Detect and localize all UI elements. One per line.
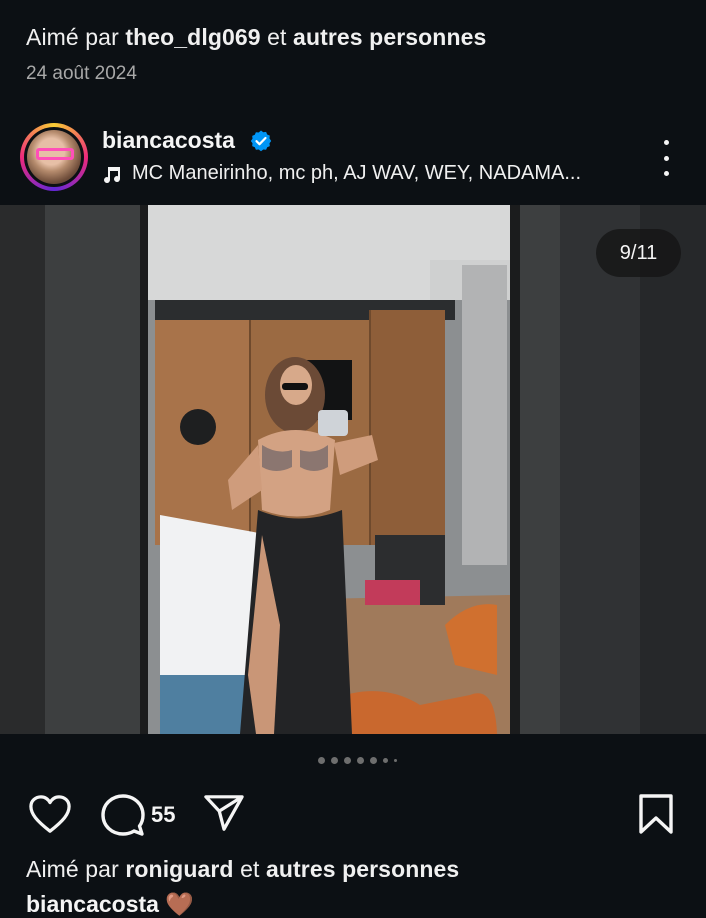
carousel-dot	[344, 757, 351, 764]
carousel-dot	[383, 758, 388, 763]
verified-badge-icon	[250, 130, 272, 152]
caption[interactable]: biancacosta 🤎	[26, 891, 194, 918]
liked-by-prefix: Aimé par	[26, 24, 119, 50]
music-info[interactable]: MC Maneirinho, mc ph, AJ WAV, WEY, NADAM…	[102, 162, 581, 185]
carousel-dot	[318, 757, 325, 764]
liked-by-mid: et	[240, 856, 260, 882]
more-options-button[interactable]	[652, 140, 680, 176]
carousel-dot	[357, 757, 364, 764]
carousel-counter: 9/11	[596, 229, 681, 277]
caption-username[interactable]: biancacosta	[26, 891, 159, 917]
prev-post-likes[interactable]: Aimé par theo_dlg069 et autres personnes	[26, 24, 486, 51]
more-vertical-icon	[663, 140, 669, 145]
avatar[interactable]	[20, 123, 88, 191]
liked-by-others[interactable]: autres personnes	[293, 24, 486, 50]
post-image[interactable]	[0, 205, 706, 734]
carousel-indicator	[318, 757, 397, 764]
music-track: MC Maneirinho, mc ph, AJ WAV, WEY, NADAM…	[132, 162, 582, 184]
bookmark-icon[interactable]	[638, 793, 674, 835]
liked-by-mid: et	[267, 24, 287, 50]
comment-count[interactable]: 55	[151, 802, 175, 828]
liked-by-others[interactable]: autres personnes	[266, 856, 459, 882]
carousel-dot	[394, 759, 397, 762]
avatar-image	[27, 130, 81, 184]
music-note-icon	[104, 166, 121, 183]
caption-emoji: 🤎	[165, 891, 194, 917]
liked-by-prefix: Aimé par	[26, 856, 119, 882]
carousel-dot	[331, 757, 338, 764]
liked-by-user[interactable]: roniguard	[125, 856, 233, 882]
comment-icon[interactable]	[101, 793, 145, 837]
heart-icon[interactable]	[27, 793, 73, 835]
post-likes[interactable]: Aimé par roniguard et autres personnes	[26, 856, 459, 883]
prev-post-date: 24 août 2024	[26, 63, 137, 84]
post-username[interactable]: biancacosta	[102, 127, 235, 154]
liked-by-user[interactable]: theo_dlg069	[125, 24, 260, 50]
send-icon[interactable]	[203, 793, 245, 833]
carousel-dot	[370, 757, 377, 764]
